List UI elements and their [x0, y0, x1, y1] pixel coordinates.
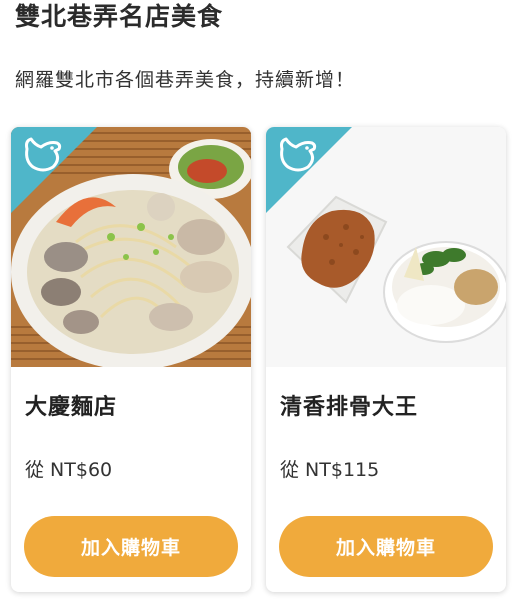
page: 雙北巷弄名店美食 網羅雙北市各個巷弄美食，持續新增！ 大慶麵店 從 NT$60 …	[0, 0, 517, 600]
product-name: 大慶麵店	[25, 395, 118, 420]
product-price: 從 NT$115	[280, 459, 380, 481]
product-price: 從 NT$60	[25, 459, 113, 481]
page-title: 雙北巷弄名店美食	[15, 2, 224, 31]
product-card[interactable]: 大慶麵店 從 NT$60 加入購物車	[11, 127, 251, 592]
product-name: 清香排骨大王	[280, 395, 419, 420]
bird-icon	[25, 137, 62, 172]
add-to-cart-button[interactable]: 加入購物車	[279, 516, 493, 577]
page-subtitle: 網羅雙北市各個巷弄美食，持續新增！	[15, 69, 356, 91]
bird-icon	[280, 137, 317, 172]
product-card[interactable]: 清香排骨大王 從 NT$115 加入購物車	[266, 127, 506, 592]
add-to-cart-button[interactable]: 加入購物車	[24, 516, 238, 577]
